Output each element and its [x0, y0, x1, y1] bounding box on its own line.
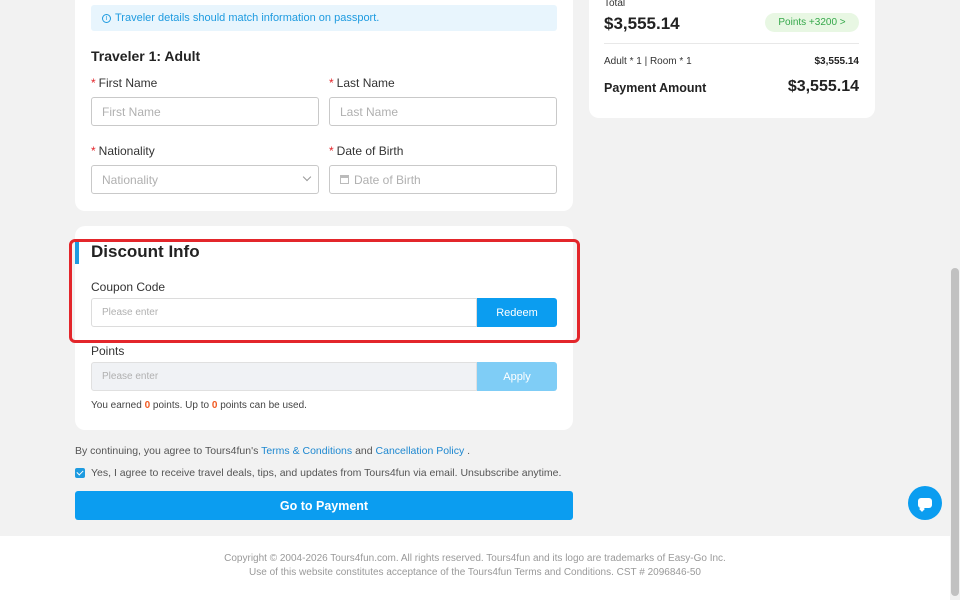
- traveler-title: Traveler 1: Adult: [91, 48, 201, 64]
- discount-highlight-box: [69, 239, 580, 343]
- payment-amount: $3,555.14: [787, 78, 859, 95]
- points-input[interactable]: Please enter: [91, 362, 477, 391]
- terms-agreement: By continuing, you agree to Tours4fun's …: [75, 445, 471, 457]
- calendar-icon: [340, 175, 349, 184]
- info-icon: i: [102, 13, 111, 23]
- chat-button[interactable]: [908, 486, 942, 520]
- price-summary-card: Total $3,555.14 Points +3200 > Adult * 1…: [589, 0, 875, 118]
- passport-notice-text: Traveler details should match informatio…: [115, 12, 380, 24]
- apply-button[interactable]: Apply: [477, 362, 557, 391]
- nationality-label: * Nationality: [91, 144, 155, 158]
- booking-line-amount: $3,555.14: [814, 56, 860, 67]
- traveler-card: i Traveler details should match informat…: [75, 0, 573, 211]
- email-optin-text: Yes, I agree to receive travel deals, ti…: [91, 467, 562, 479]
- total-label: Total: [604, 0, 626, 9]
- total-amount: $3,555.14: [604, 14, 680, 33]
- first-name-input[interactable]: First Name: [91, 97, 319, 126]
- dob-input[interactable]: Date of Birth: [329, 165, 557, 194]
- footer-copyright: Copyright © 2004-2026 Tours4fun.com. All…: [224, 553, 726, 564]
- footer-terms-note: Use of this website constitutes acceptan…: [249, 567, 701, 578]
- points-badge[interactable]: Points +3200 >: [765, 13, 859, 32]
- chat-icon: [918, 498, 932, 508]
- chevron-down-icon: [302, 172, 312, 182]
- last-name-label: * Last Name: [329, 76, 395, 90]
- summary-divider: [604, 43, 859, 44]
- booking-line-label: Adult * 1 | Room * 1: [604, 56, 692, 67]
- scrollbar-thumb[interactable]: [951, 268, 959, 596]
- points-earned-note: You earned 0 points. Up to 0 points can …: [91, 400, 307, 411]
- last-name-input[interactable]: Last Name: [329, 97, 557, 126]
- passport-notice: i Traveler details should match informat…: [91, 5, 557, 31]
- first-name-label: * First Name: [91, 76, 158, 90]
- points-label: Points: [91, 344, 125, 358]
- nationality-select[interactable]: Nationality: [91, 165, 319, 194]
- dob-label: * Date of Birth: [329, 144, 404, 158]
- go-to-payment-button[interactable]: Go to Payment: [75, 491, 573, 520]
- footer: Copyright © 2004-2026 Tours4fun.com. All…: [0, 536, 950, 600]
- cancellation-policy-link[interactable]: Cancellation Policy: [376, 445, 465, 457]
- email-optin-checkbox[interactable]: [75, 468, 85, 478]
- payment-amount-label: Payment Amount: [604, 81, 707, 95]
- terms-link[interactable]: Terms & Conditions: [261, 445, 352, 457]
